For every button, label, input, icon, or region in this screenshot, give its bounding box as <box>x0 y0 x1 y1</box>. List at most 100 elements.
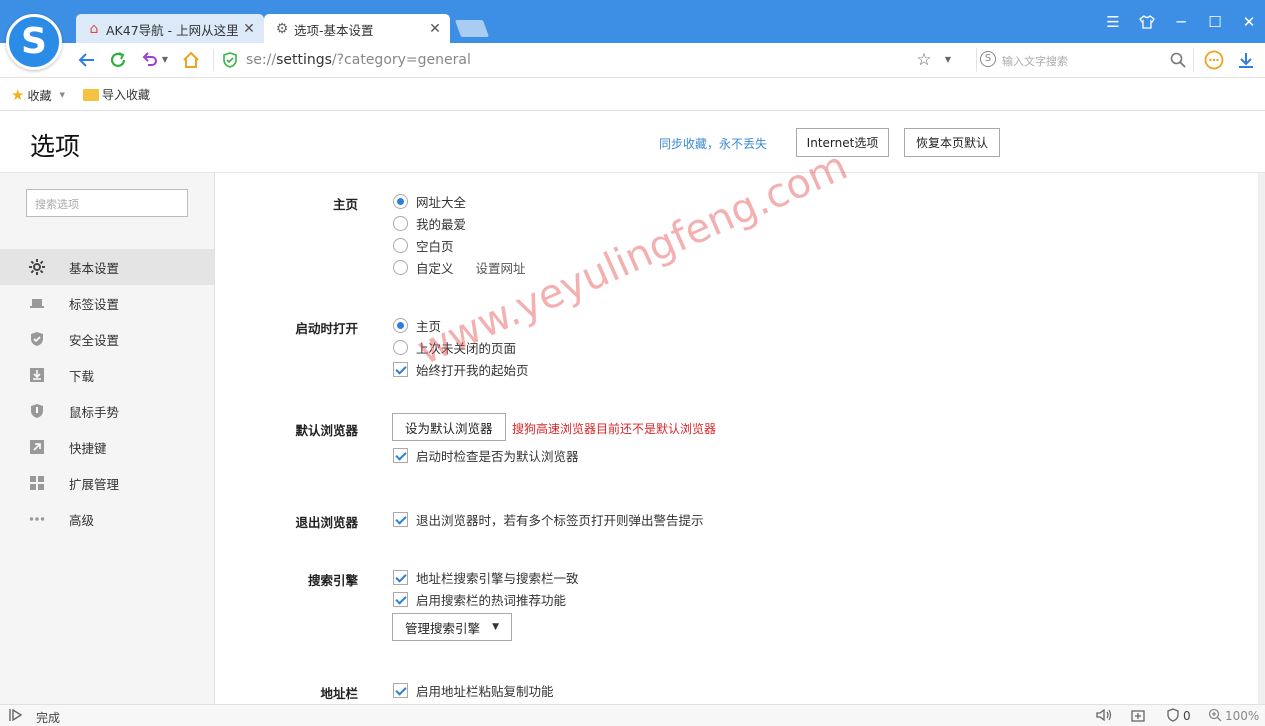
sidebar-item-label: 快捷键 <box>69 440 107 456</box>
checkbox[interactable] <box>393 591 408 607</box>
set-url-link[interactable]: 设置网址 <box>476 258 526 277</box>
sidebar-item-label: 鼠标手势 <box>69 404 120 420</box>
radio-button[interactable] <box>393 237 408 253</box>
tab-title: AK47导航 - 上网从这里 <box>106 22 239 38</box>
startup-option-last-session[interactable]: 上次未关闭的页面 <box>393 338 516 356</box>
search-input[interactable]: 输入文字搜索 <box>1002 53 1068 69</box>
zoom-icon[interactable] <box>1208 708 1222 725</box>
home-icon: ⌂ <box>89 21 99 37</box>
tab-close-icon[interactable]: ✕ <box>242 21 256 37</box>
options-search-input[interactable]: 搜索选项 <box>26 189 188 217</box>
minimize-icon[interactable]: ─ <box>1169 10 1193 34</box>
internet-options-button[interactable]: Internet选项 <box>796 128 889 157</box>
option-label: 地址栏搜索引擎与搜索栏一致 <box>416 570 579 586</box>
search-hot-words[interactable]: 启用搜索栏的热词推荐功能 <box>393 590 566 608</box>
search-engine-sync[interactable]: 地址栏搜索引擎与搜索栏一致 <box>393 568 579 586</box>
sidebar-item-advanced[interactable]: 高级 <box>0 501 214 537</box>
sidebar-item-label: 基本设置 <box>69 260 120 276</box>
sidebar-item-shortcut[interactable]: 快捷键 <box>0 429 214 465</box>
menu-icon[interactable]: ☰ <box>1101 10 1125 34</box>
settings-content <box>215 173 1258 704</box>
manage-search-engines-button[interactable]: 管理搜索引擎 ▼ <box>392 613 512 641</box>
new-tab-button[interactable] <box>454 20 490 37</box>
sidebar-item-general[interactable]: 基本设置 <box>0 249 214 285</box>
restore-default-button[interactable]: 恢复本页默认 <box>904 128 1000 157</box>
folder-icon <box>83 88 99 101</box>
options-header: 选项 同步收藏，永不丢失 Internet选项 恢复本页默认 <box>0 111 1265 173</box>
undo-close-icon[interactable] <box>139 49 161 71</box>
checkbox[interactable] <box>393 447 408 463</box>
favorites-menu[interactable]: ★ 收藏 ▼ <box>11 86 65 104</box>
homepage-option-url-nav[interactable]: 网址大全 <box>393 192 466 210</box>
checkbox[interactable] <box>393 569 408 585</box>
radio-button[interactable] <box>393 317 408 333</box>
option-label: 启用地址栏粘贴复制功能 <box>416 683 554 699</box>
startup-always-open-start-page[interactable]: 始终打开我的起始页 <box>393 360 529 378</box>
star-icon[interactable]: ☆ <box>914 49 934 71</box>
chevron-down-icon: ▼ <box>59 91 65 99</box>
search-engine-icon[interactable]: S <box>980 51 996 67</box>
ad-block-icon[interactable] <box>1166 708 1180 725</box>
sidebar-item-download[interactable]: 下载 <box>0 357 214 393</box>
option-label: 退出浏览器时，若有多个标签页打开则弹出警告提示 <box>416 512 704 528</box>
homepage-option-custom[interactable]: 自定义 设置网址 <box>393 258 526 276</box>
home-icon[interactable] <box>180 49 202 71</box>
sidebar-item-security[interactable]: 安全设置 <box>0 321 214 357</box>
option-label: 空白页 <box>416 238 454 254</box>
tab-ak47-nav[interactable]: ⌂ AK47导航 - 上网从这里 ✕ <box>76 14 264 44</box>
sidebar-toggle-icon[interactable] <box>9 708 23 725</box>
exit-warn-multiple-tabs[interactable]: 退出浏览器时，若有多个标签页打开则弹出警告提示 <box>393 510 704 528</box>
checkbox[interactable] <box>393 511 408 527</box>
tab-settings[interactable]: ⚙ 选项-基本设置 ✕ <box>264 14 450 44</box>
url-text[interactable]: se://settings/?category=general <box>246 52 471 68</box>
tab-close-icon[interactable]: ✕ <box>428 21 442 37</box>
set-default-browser-button[interactable]: 设为默认浏览器 <box>392 413 506 441</box>
refresh-icon[interactable] <box>107 49 129 71</box>
section-label-address-bar: 地址栏 <box>320 686 358 701</box>
homepage-option-favorites[interactable]: 我的最爱 <box>393 214 466 232</box>
radio-button[interactable] <box>393 215 408 231</box>
homepage-option-blank[interactable]: 空白页 <box>393 236 454 254</box>
search-icon[interactable] <box>1170 52 1186 68</box>
sidebar-item-tabs[interactable]: 标签设置 <box>0 285 214 321</box>
sidebar-item-label: 安全设置 <box>69 332 120 348</box>
back-icon[interactable] <box>76 49 98 71</box>
radio-button[interactable] <box>393 259 408 275</box>
volume-icon[interactable] <box>1096 708 1112 725</box>
divider <box>213 49 214 71</box>
maximize-icon[interactable]: ☐ <box>1203 10 1227 34</box>
sidebar-item-extensions[interactable]: 扩展管理 <box>0 465 214 501</box>
undo-dropdown-icon[interactable]: ▼ <box>160 49 170 71</box>
sidebar-item-label: 下载 <box>69 368 95 384</box>
new-window-icon[interactable] <box>1131 708 1145 725</box>
address-bar-paste-copy[interactable]: 启用地址栏粘贴复制功能 <box>393 681 554 699</box>
import-favorites-link[interactable]: 导入收藏 <box>83 86 150 103</box>
secure-shield-icon[interactable] <box>221 49 239 71</box>
radio-button[interactable] <box>393 193 408 209</box>
option-label: 自定义 <box>416 260 454 276</box>
radio-button[interactable] <box>393 339 408 355</box>
gear-icon <box>29 259 45 275</box>
dropdown-arrow-icon: ▼ <box>492 622 499 632</box>
download-icon <box>29 367 45 383</box>
download-icon[interactable] <box>1235 49 1257 71</box>
import-label: 导入收藏 <box>102 88 151 102</box>
mouse-shield-icon <box>29 403 45 419</box>
skin-icon[interactable] <box>1135 10 1159 34</box>
favorites-dropdown-icon[interactable]: ▼ <box>942 49 954 71</box>
sync-favorites-link[interactable]: 同步收藏，永不丢失 <box>659 135 767 152</box>
checkbox[interactable] <box>393 361 408 377</box>
startup-option-homepage[interactable]: 主页 <box>393 316 441 334</box>
sidebar-item-mouse-gesture[interactable]: 鼠标手势 <box>0 393 214 429</box>
checkbox[interactable] <box>393 682 408 698</box>
section-label-homepage: 主页 <box>332 197 358 212</box>
search-box[interactable]: S 输入文字搜索 <box>976 48 1188 72</box>
more-options-icon[interactable] <box>1203 49 1225 71</box>
option-label: 我的最爱 <box>416 216 467 232</box>
ad-block-count: 0 <box>1183 709 1191 723</box>
check-default-on-startup[interactable]: 启动时检查是否为默认浏览器 <box>393 446 579 464</box>
close-window-icon[interactable]: ✕ <box>1237 10 1261 34</box>
zoom-level[interactable]: 100% <box>1225 709 1259 723</box>
more-icon <box>29 511 45 527</box>
vertical-scrollbar[interactable] <box>1258 173 1265 704</box>
